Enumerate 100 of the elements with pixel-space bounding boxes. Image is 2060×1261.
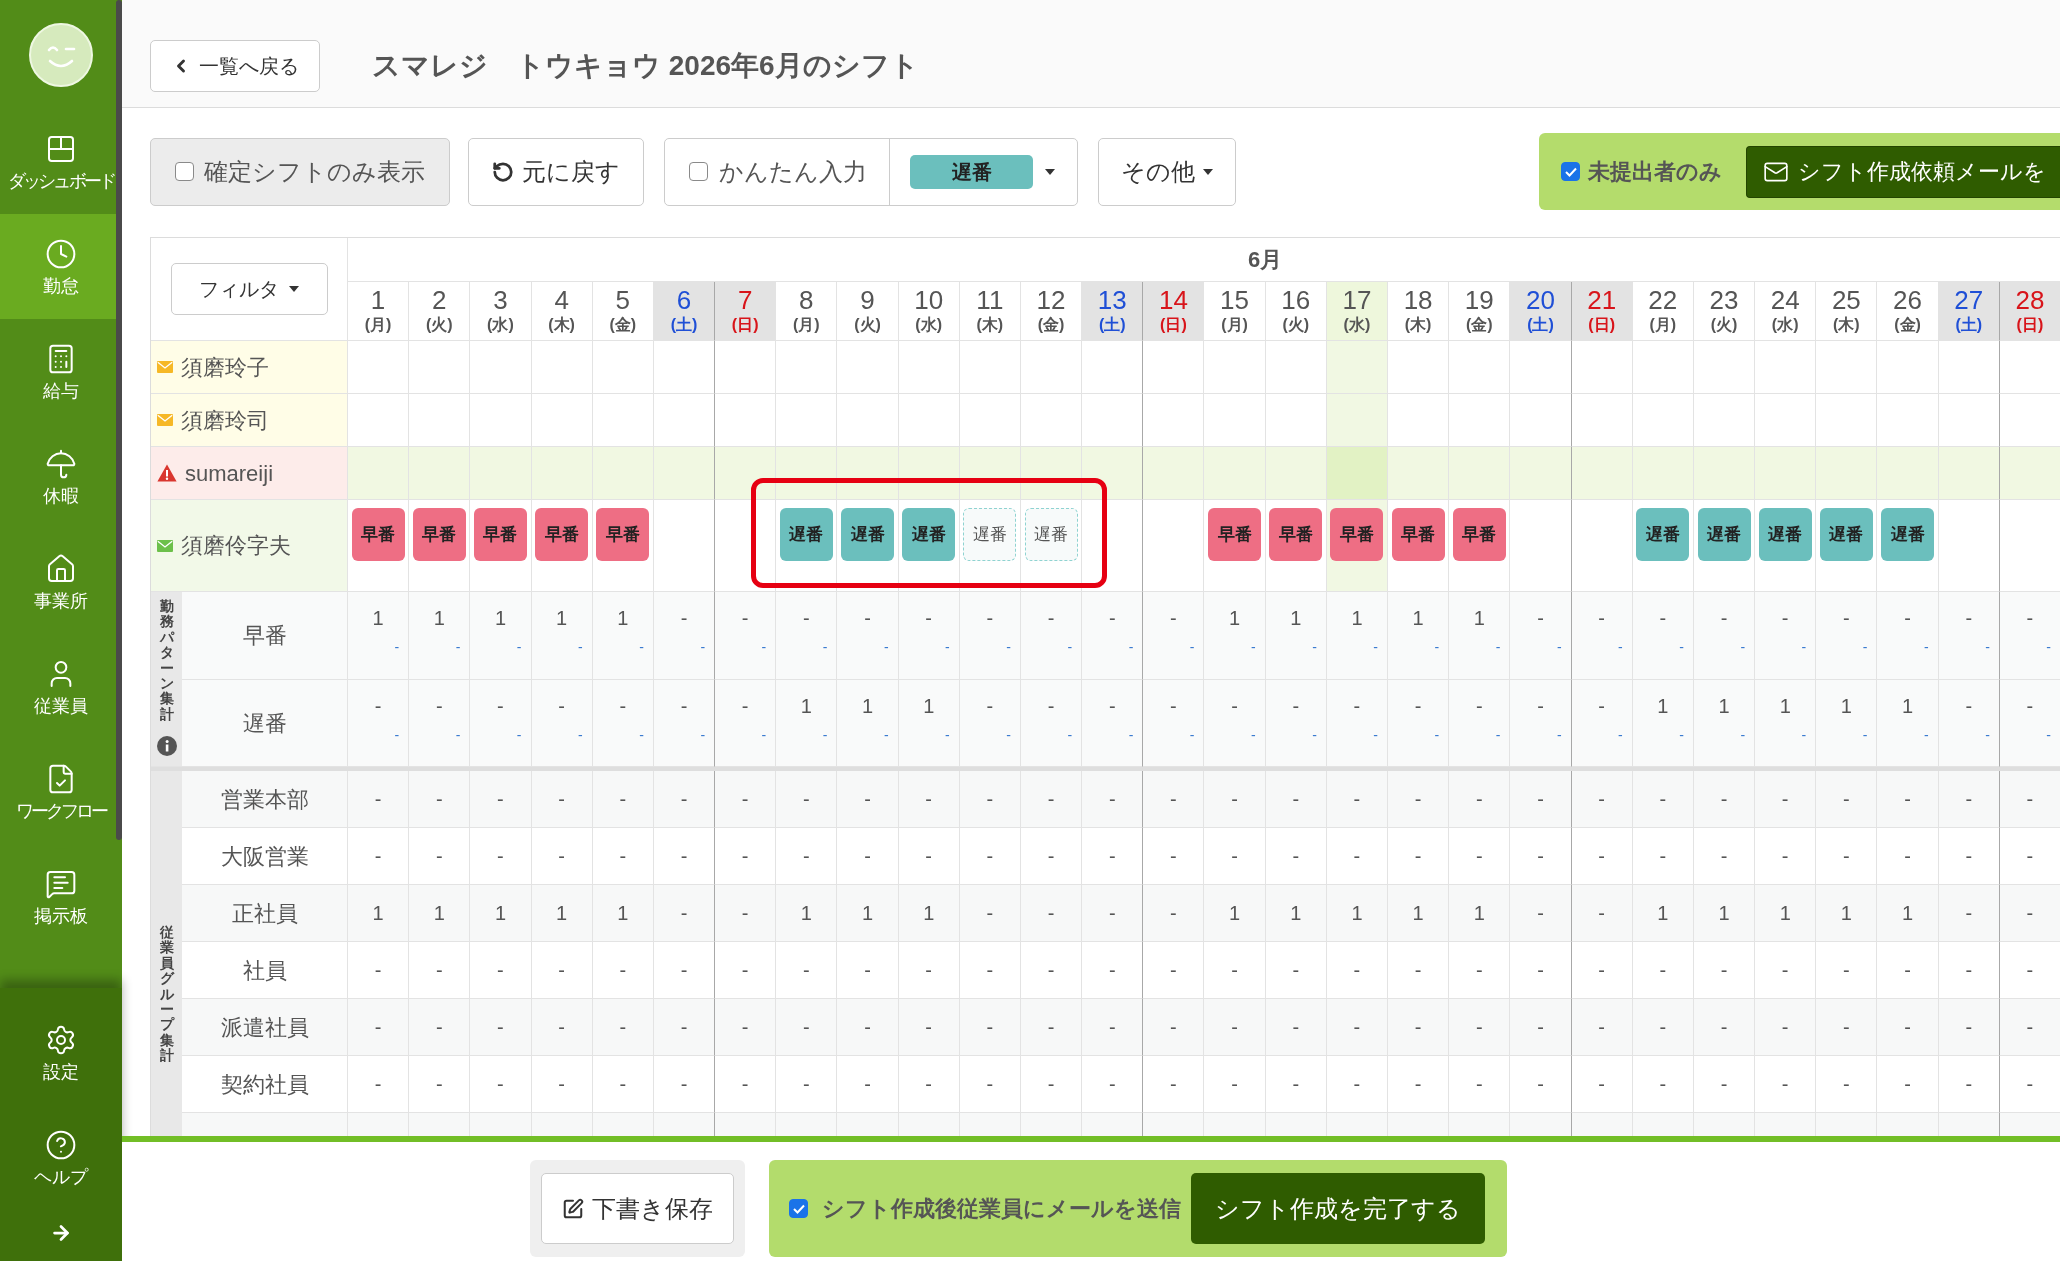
shift-chip[interactable]: 早番 xyxy=(412,508,466,561)
sub-count-value: - xyxy=(394,728,401,742)
shift-chip[interactable]: 遅番 xyxy=(841,508,894,561)
checkbox[interactable] xyxy=(689,162,708,181)
draft-shift-chip[interactable]: 遅番 xyxy=(1024,508,1078,561)
draft-shift-chip[interactable]: 遅番 xyxy=(963,508,1017,561)
shift-chip[interactable]: 遅番 xyxy=(1697,508,1751,561)
sub-count-value: - xyxy=(822,728,829,742)
count-value: - xyxy=(1047,696,1055,716)
shift-chip[interactable]: 早番 xyxy=(596,508,650,561)
sub-count-value: - xyxy=(1373,640,1380,654)
shift-chip[interactable]: 遅番 xyxy=(1819,508,1873,561)
complete-button[interactable]: シフト作成を完了する xyxy=(1191,1173,1485,1244)
sub-count-value: - xyxy=(455,640,462,654)
day-cell[interactable]: 早番 xyxy=(591,500,653,592)
day-cell[interactable]: 早番 xyxy=(530,500,592,592)
weekday-label: (火) xyxy=(1282,314,1310,335)
shift-chip[interactable]: 早番 xyxy=(535,508,589,561)
edit-icon xyxy=(562,1197,584,1220)
sub-count-value: - xyxy=(1495,640,1502,654)
day-cell[interactable]: 早番 xyxy=(1448,500,1510,592)
checkbox[interactable] xyxy=(789,1199,808,1218)
day-cell[interactable]: 早番 xyxy=(1264,500,1326,592)
day-cell[interactable]: 早番 xyxy=(469,500,531,592)
day-number: 2 xyxy=(432,287,447,315)
sub-count-value: - xyxy=(1801,640,1808,654)
shift-chip[interactable]: 早番 xyxy=(1269,508,1323,561)
confirmed-only-toggle[interactable]: 確定シフトのみ表示 xyxy=(150,137,450,206)
shift-chip[interactable]: 早番 xyxy=(1452,508,1506,561)
employee-row[interactable]: sumareiji xyxy=(151,447,2060,500)
pattern-dropdown[interactable]: 遅番 xyxy=(890,138,1077,205)
shift-chip[interactable]: 遅番 xyxy=(779,508,833,561)
undo-icon xyxy=(492,160,514,183)
checkbox[interactable] xyxy=(1561,162,1580,181)
unsubmitted-only-toggle[interactable]: 未提出者のみ xyxy=(1561,155,1722,188)
day-cell[interactable]: 早番 xyxy=(1387,500,1449,592)
sub-count-value: - xyxy=(516,728,523,742)
shift-chip[interactable]: 早番 xyxy=(1208,508,1262,561)
day-cell[interactable] xyxy=(1325,341,1388,394)
day-cell[interactable] xyxy=(1325,394,1388,447)
day-cell[interactable]: 遅番 xyxy=(1815,500,1877,592)
shift-chip[interactable]: 早番 xyxy=(1330,508,1384,561)
month-label: 6月 xyxy=(1248,247,1283,272)
shift-chip[interactable]: 遅番 xyxy=(902,508,956,561)
count-value: 1 xyxy=(617,608,629,628)
shift-chip[interactable]: 早番 xyxy=(1391,508,1445,561)
sub-count-value: - xyxy=(1740,640,1747,654)
day-number: 1 xyxy=(370,287,386,315)
day-cell[interactable]: 早番 xyxy=(1203,500,1265,592)
quick-input-toggle[interactable]: かんたん入力 xyxy=(665,138,890,205)
count-value: - xyxy=(986,696,994,716)
sub-count-value: - xyxy=(1189,640,1196,654)
shift-chip[interactable]: 遅番 xyxy=(1636,508,1690,561)
shift-chip[interactable]: 遅番 xyxy=(1758,508,1812,561)
day-cell[interactable] xyxy=(1325,447,1388,500)
count-value: - xyxy=(2026,608,2034,628)
day-cell[interactable]: 早番 xyxy=(408,500,470,592)
day-cell[interactable]: 遅番 xyxy=(897,500,959,592)
sub-count-value: - xyxy=(1312,728,1318,742)
checkbox[interactable] xyxy=(175,162,194,181)
day-number: 28 xyxy=(2015,287,2045,315)
day-cell[interactable]: 遅番 xyxy=(836,500,898,592)
save-draft-button[interactable]: 下書き保存 xyxy=(541,1173,734,1244)
day-cell[interactable]: 遅番 xyxy=(1692,500,1755,592)
count-value: 1 xyxy=(494,608,506,628)
day-cell[interactable]: 遅番 xyxy=(775,500,837,592)
day-cell[interactable]: 遅番 xyxy=(1876,500,1938,592)
request-mail-button[interactable]: シフト作成依頼メールを xyxy=(1746,145,2060,198)
shift-chip[interactable]: 遅番 xyxy=(1881,508,1935,561)
sub-count-value: - xyxy=(2046,640,2052,654)
day-cell[interactable]: 早番 xyxy=(347,500,409,592)
sidebar-item[interactable]: 設定 xyxy=(0,1000,122,1105)
count-value: - xyxy=(435,696,443,716)
other-menu-button[interactable]: その他 xyxy=(1098,137,1236,206)
day-number: 20 xyxy=(1526,287,1555,315)
scrollbar[interactable] xyxy=(116,0,122,840)
checkmark-icon xyxy=(792,1203,805,1214)
shift-chip[interactable]: 早番 xyxy=(473,508,527,561)
back-button[interactable]: 一覧へ戻る xyxy=(150,39,320,92)
count-value: - xyxy=(1843,608,1850,628)
day-number: 22 xyxy=(1648,287,1678,315)
undo-button[interactable]: 元に戻す xyxy=(468,137,644,206)
day-number: 4 xyxy=(554,287,569,315)
count-value: - xyxy=(680,608,688,628)
day-cell[interactable]: 早番 xyxy=(1325,500,1388,592)
day-cell[interactable]: 遅番 xyxy=(1754,500,1816,592)
layout-icon xyxy=(45,133,77,165)
employee-row[interactable]: 須磨玲司 xyxy=(151,394,2060,447)
employee-row[interactable]: 須磨玲子 xyxy=(151,341,2060,394)
sub-count-value: - xyxy=(1618,640,1624,654)
send-mail-toggle[interactable]: シフト作成後従業員にメールを送信 xyxy=(789,1192,1181,1225)
day-cell[interactable]: 遅番 xyxy=(1019,500,1082,592)
shift-chip[interactable]: 早番 xyxy=(351,508,405,561)
weekday-label: (土) xyxy=(1098,314,1126,335)
filter-button[interactable]: フィルタ xyxy=(170,263,328,315)
day-cell[interactable]: 遅番 xyxy=(1631,500,1693,592)
day-number: 18 xyxy=(1403,287,1433,315)
day-cell[interactable]: 遅番 xyxy=(958,500,1020,592)
sidebar-item[interactable]: ヘルプ xyxy=(0,1105,122,1210)
row-label: 派遣社員 xyxy=(220,1013,309,1042)
